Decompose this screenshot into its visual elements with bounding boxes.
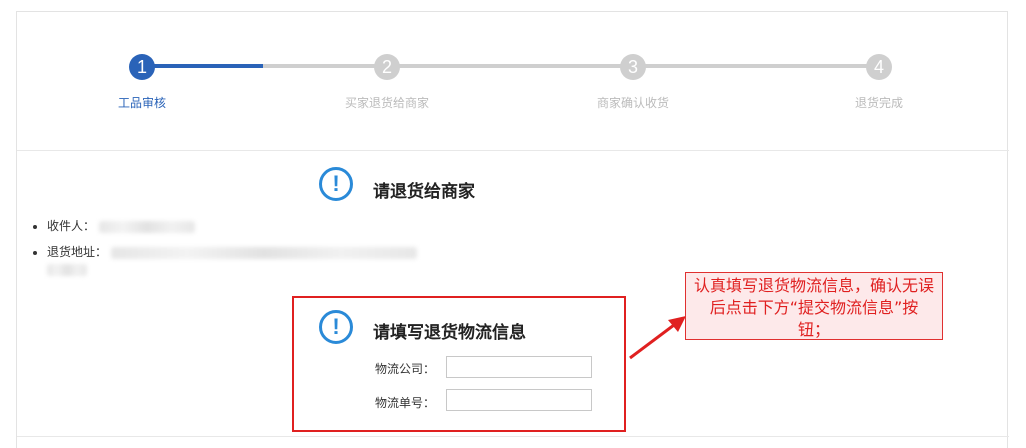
bottom-divider bbox=[17, 436, 1009, 437]
address-redacted bbox=[110, 246, 417, 259]
logistics-highlight-box bbox=[292, 296, 626, 432]
recipient-label: 收件人： bbox=[47, 219, 96, 233]
exclamation-icon: ! bbox=[319, 167, 353, 201]
step-4-label: 退货完成 bbox=[854, 96, 903, 110]
step-2-circle: 2 bbox=[374, 54, 400, 80]
step-1-label: 工品审核 bbox=[117, 96, 166, 110]
step-4-circle: 4 bbox=[866, 54, 892, 80]
address-item: 退货地址： bbox=[47, 243, 417, 276]
progress-stepper: 1 2 3 4 工品审核 买家退货给商家 商家确认收货 退货完成 bbox=[17, 12, 1009, 151]
step-3-label: 商家确认收货 bbox=[596, 96, 669, 110]
recipient-item: 收件人： bbox=[47, 217, 417, 234]
step-2-label: 买家退货给商家 bbox=[344, 96, 429, 110]
step-1-circle: 1 bbox=[129, 54, 155, 80]
instruction-callout: 认真填写退货物流信息，确认无误后点击下方“提交物流信息”按钮； bbox=[685, 272, 943, 340]
annotation-arrow-icon bbox=[629, 316, 686, 360]
address-label: 退货地址： bbox=[47, 245, 108, 259]
recipient-redacted bbox=[98, 220, 195, 233]
address-redacted-line2 bbox=[47, 264, 87, 276]
step-track-pending bbox=[263, 64, 881, 68]
return-info-list: 收件人： 退货地址： bbox=[31, 217, 417, 285]
step-3-circle: 3 bbox=[620, 54, 646, 80]
return-section-title: 请退货给商家 bbox=[373, 182, 475, 202]
step-track-done bbox=[142, 64, 263, 68]
